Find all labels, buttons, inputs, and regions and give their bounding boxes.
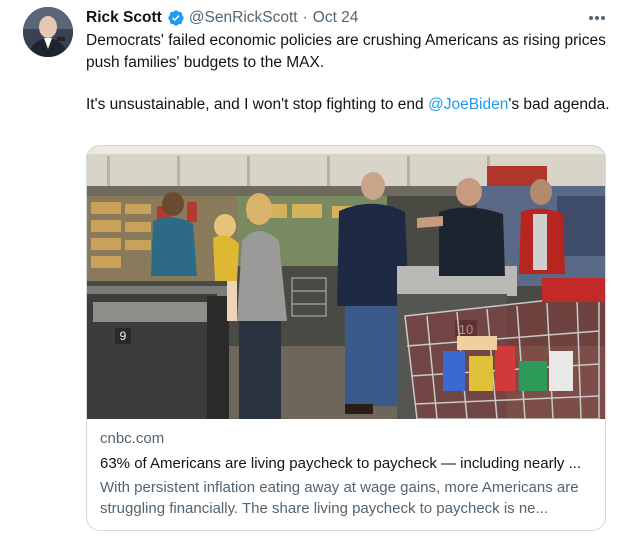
header-separator: · [302,9,308,26]
link-card[interactable]: 9 10 [86,145,606,531]
link-card-image[interactable]: 9 10 [87,146,605,419]
author-handle[interactable]: @SenRickScott [189,9,298,27]
link-card-text: cnbc.com 63% of Americans are living pay… [100,429,595,519]
avatar[interactable] [23,7,73,57]
mention-link[interactable]: @JoeBiden [428,96,508,113]
tweet-date[interactable]: Oct 24 [313,9,359,27]
tweet-paragraph-2-end: 's bad agenda. [508,96,610,113]
verified-badge-icon [168,10,184,26]
tweet-paragraph-2: It's unsustainable, and I won't stop fig… [86,94,612,116]
tweet-paragraph-1: Democrats' failed economic policies are … [86,32,606,71]
author-name[interactable]: Rick Scott [86,9,162,27]
tweet-text: Democrats' failed economic policies are … [86,30,612,116]
tweet-header: Rick Scott @SenRickScott · Oct 24 [86,7,358,29]
tweet[interactable]: Rick Scott @SenRickScott · Oct 24 Democr… [0,0,625,537]
register-number-9: 9 [120,329,127,343]
tweet-paragraph-2-start: It's unsustainable, and I won't stop fig… [86,96,428,113]
more-options-icon[interactable] [583,8,611,28]
link-card-domain: cnbc.com [100,430,165,447]
link-card-description: With persistent inflation eating away at… [100,479,579,517]
avatar-image [23,7,73,57]
link-card-title[interactable]: 63% of Americans are living paycheck to … [100,452,595,476]
